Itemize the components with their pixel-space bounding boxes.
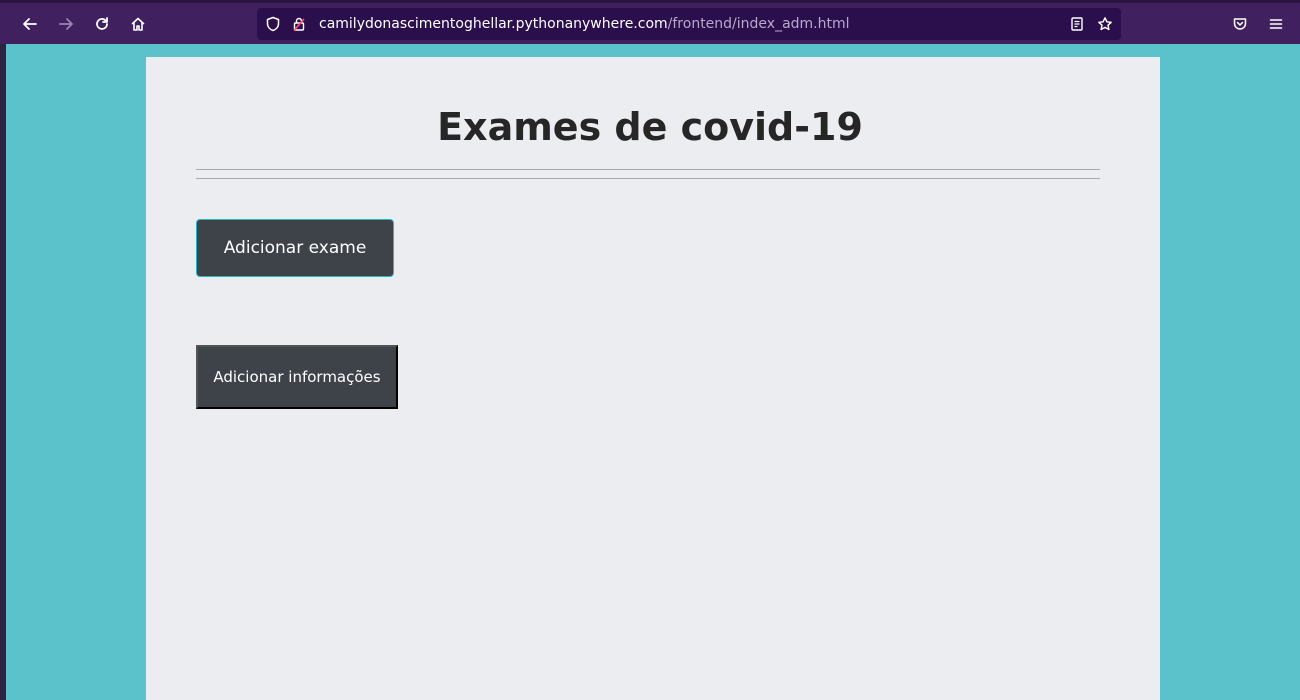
url-path: /frontend/index_adm.html (667, 16, 850, 32)
back-icon[interactable] (16, 10, 44, 38)
add-info-button[interactable]: Adicionar informações (196, 345, 398, 409)
reload-icon[interactable] (88, 10, 116, 38)
page-title: Exames de covid-19 (437, 105, 863, 149)
divider-bottom (196, 178, 1100, 179)
pocket-icon[interactable] (1226, 10, 1254, 38)
lock-icon[interactable] (291, 16, 307, 32)
url-domain: camilydonascimentoghellar.pythonanywhere… (319, 16, 668, 32)
reader-view-icon[interactable] (1069, 16, 1085, 32)
url-text[interactable]: camilydonascimentoghellar.pythonanywhere… (319, 16, 850, 32)
menu-icon[interactable] (1262, 10, 1290, 38)
add-exam-button[interactable]: Adicionar exame (196, 219, 394, 277)
shield-icon[interactable] (265, 16, 281, 32)
bookmark-star-icon[interactable] (1097, 16, 1113, 32)
forward-icon[interactable] (52, 10, 80, 38)
home-icon[interactable] (124, 10, 152, 38)
address-bar[interactable]: camilydonascimentoghellar.pythonanywhere… (257, 8, 1121, 40)
browser-toolbar: camilydonascimentoghellar.pythonanywhere… (0, 0, 1300, 44)
divider-top (196, 169, 1100, 170)
